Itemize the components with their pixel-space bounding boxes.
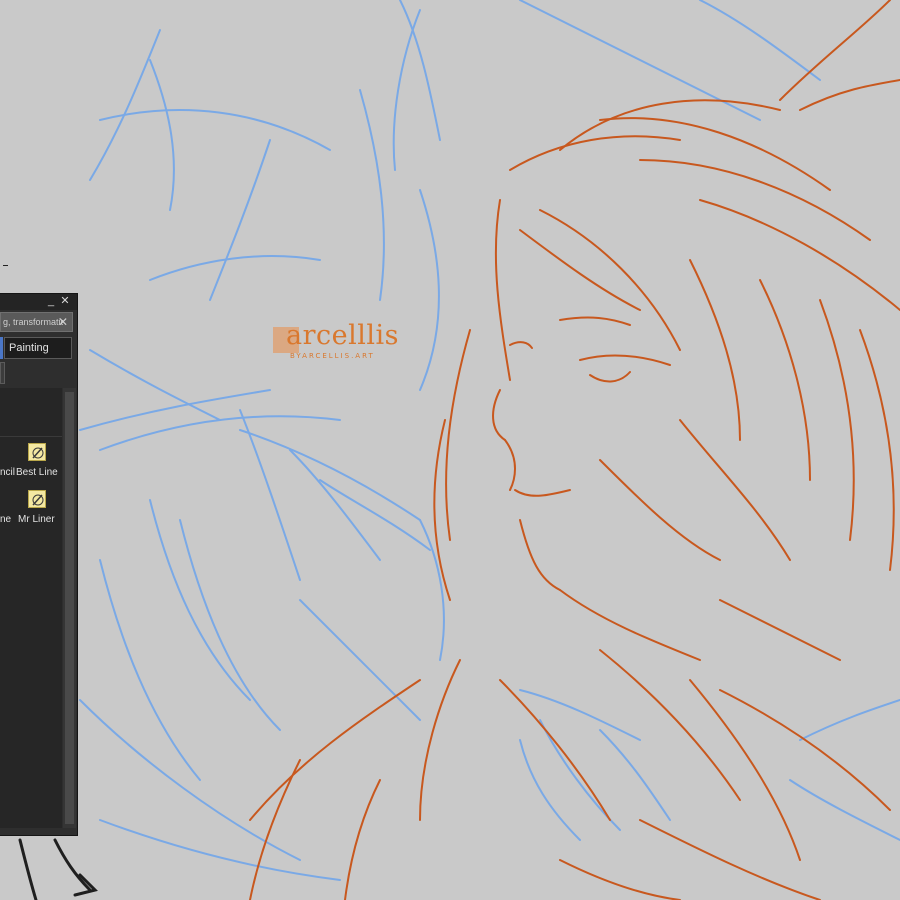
tool-label-mr-liner[interactable]: Mr Liner [18, 514, 55, 525]
brush-icon[interactable] [28, 490, 46, 508]
sketch-artwork [0, 0, 900, 900]
scrollbar-thumb[interactable] [65, 392, 74, 824]
watermark-logo-text: arcelllis [286, 320, 400, 351]
group-tab-previous[interactable] [0, 337, 3, 359]
watermark-subtext: BYARCELLIS.ART [290, 352, 375, 360]
close-button[interactable]: ✕ [59, 295, 71, 307]
group-tab-painting[interactable]: Painting [4, 337, 72, 359]
minimize-button[interactable]: _ [45, 295, 57, 307]
drawing-canvas[interactable] [0, 0, 900, 900]
tool-search-box[interactable]: ✕ [0, 312, 73, 332]
tool-label-best-line[interactable]: Best Line [16, 467, 58, 478]
tool-label-line[interactable]: ne [0, 514, 11, 525]
close-icon[interactable]: ✕ [56, 315, 70, 329]
tool-search-input[interactable] [1, 313, 63, 331]
palette-titlebar[interactable]: _ ✕ [0, 294, 77, 310]
brush-icon[interactable] [28, 443, 46, 461]
canvas-cursor-mark [3, 265, 8, 266]
list-divider [0, 436, 62, 437]
sub-tool-tab[interactable] [0, 362, 5, 384]
tool-label-pencil[interactable]: ncil [0, 467, 15, 478]
